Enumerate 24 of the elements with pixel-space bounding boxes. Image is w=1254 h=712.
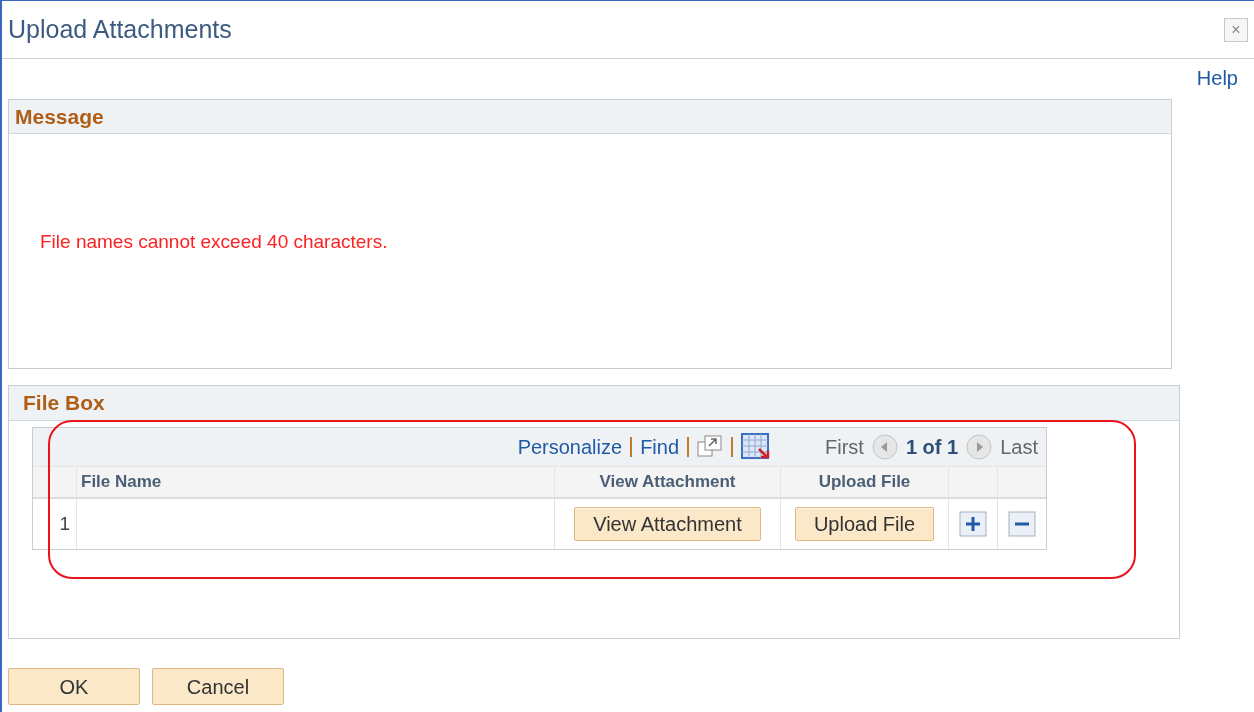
dialog-button[interactable]: Cancel — [152, 668, 284, 705]
error-message: File names cannot exceed 40 characters. — [40, 230, 389, 254]
column-header: File Name — [81, 471, 162, 494]
add-row-icon[interactable] — [959, 511, 987, 537]
new-window-icon[interactable] — [697, 435, 724, 459]
column-header: Upload File — [818, 471, 911, 494]
find-link[interactable]: Find — [640, 432, 680, 462]
next-icon[interactable] — [966, 434, 993, 460]
column-header: View Attachment — [599, 471, 736, 494]
row-number: 1 — [59, 511, 70, 536]
previous-icon[interactable] — [871, 434, 898, 460]
first-label: First — [825, 435, 864, 460]
last-label: Last — [1000, 435, 1038, 460]
help-link[interactable]: Help — [1196, 63, 1238, 99]
page-indicator: 1 of 1 — [905, 435, 959, 460]
delete-row-icon[interactable] — [1008, 511, 1036, 537]
upload-file-button[interactable]: Upload File — [794, 507, 935, 541]
personalize-link[interactable]: Personalize — [517, 432, 623, 462]
section-title: File Box — [23, 390, 105, 417]
section-title: Message — [15, 103, 104, 130]
spreadsheet-download-icon[interactable] — [741, 433, 772, 461]
view-attachment-button[interactable]: View Attachment — [574, 507, 761, 541]
dialog-button[interactable]: OK — [8, 668, 140, 705]
window-title: Upload Attachments — [8, 13, 232, 45]
